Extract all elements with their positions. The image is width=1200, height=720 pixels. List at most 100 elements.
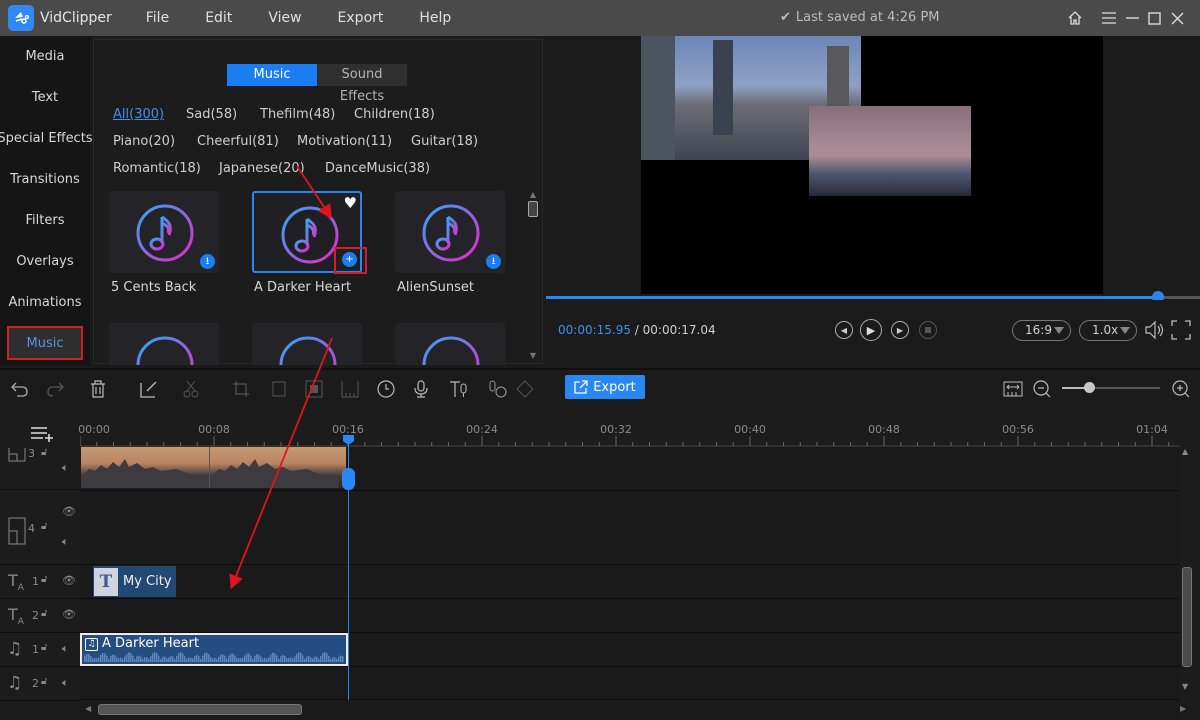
- nav-filters[interactable]: Filters: [0, 200, 90, 241]
- undo-icon[interactable]: [9, 378, 31, 400]
- hamburger-menu-icon[interactable]: [1098, 7, 1120, 29]
- zoom-slider[interactable]: [1062, 382, 1160, 393]
- audio-clip[interactable]: ♫ A Darker Heart: [80, 633, 348, 666]
- add-track-icon[interactable]: [31, 426, 53, 446]
- scroll-down-arrow[interactable]: ▼: [1182, 682, 1188, 691]
- zoom-out-icon[interactable]: [1031, 378, 1053, 400]
- crop-icon[interactable]: [230, 378, 252, 400]
- nav-animations[interactable]: Animations: [0, 282, 90, 323]
- nav-music[interactable]: Music: [7, 326, 83, 360]
- mute-icon[interactable]: 🔈︎: [62, 461, 69, 475]
- track-lane-audio-2[interactable]: [80, 667, 1180, 700]
- category-cheerful[interactable]: Cheerful(81): [197, 134, 279, 149]
- scroll-right-arrow[interactable]: ▶: [1180, 704, 1186, 713]
- category-motivation[interactable]: Motivation(11): [297, 134, 392, 149]
- music-card-5-cents-back[interactable]: ⭳: [109, 191, 219, 273]
- maximize-icon[interactable]: [1143, 7, 1165, 29]
- text-clip[interactable]: T My City: [93, 566, 176, 597]
- music-card[interactable]: [395, 323, 505, 365]
- track-lane-text-2[interactable]: [80, 599, 1180, 633]
- menu-help[interactable]: Help: [419, 10, 451, 26]
- music-card-aliensunset[interactable]: ⭳: [395, 191, 505, 273]
- mosaic-icon[interactable]: [303, 378, 325, 400]
- menu-edit[interactable]: Edit: [205, 10, 232, 26]
- menu-file[interactable]: File: [146, 10, 169, 26]
- visibility-eye-icon[interactable]: 👁︎: [62, 505, 76, 518]
- horizontal-scroll-thumb[interactable]: [98, 704, 302, 715]
- nav-transitions[interactable]: Transitions: [0, 159, 90, 200]
- lock-icon[interactable]: 🔓︎: [41, 642, 47, 653]
- lock-icon[interactable]: 🔓︎: [41, 608, 47, 619]
- lock-icon[interactable]: 🔓︎: [41, 574, 47, 585]
- music-card[interactable]: [252, 323, 362, 365]
- nav-text[interactable]: Text: [0, 77, 90, 118]
- visibility-eye-icon[interactable]: 👁︎: [62, 608, 76, 621]
- freeze-frame-icon[interactable]: [268, 378, 290, 400]
- mute-icon[interactable]: 🔈︎: [62, 642, 69, 656]
- speed-select[interactable]: 1.0x: [1079, 320, 1137, 341]
- visibility-eye-icon[interactable]: 👁︎: [62, 574, 76, 587]
- nav-overlays[interactable]: Overlays: [0, 241, 90, 282]
- vertical-scroll-thumb[interactable]: [1182, 567, 1192, 667]
- menu-export[interactable]: Export: [338, 10, 384, 26]
- volume-icon[interactable]: [1144, 320, 1166, 344]
- video-clip[interactable]: [81, 447, 346, 488]
- zoom-slider-handle[interactable]: [1084, 382, 1096, 393]
- speech-to-text-icon[interactable]: [486, 378, 508, 400]
- export-button[interactable]: Export: [565, 375, 645, 399]
- playback-progress-bar[interactable]: [546, 291, 1200, 303]
- play-button[interactable]: ▶: [860, 319, 882, 341]
- stop-button[interactable]: [919, 321, 937, 339]
- download-button[interactable]: ⭳: [200, 254, 215, 269]
- time-ruler[interactable]: 00:00 00:08 00:16 00:24 00:32 00:40 00:4…: [78, 417, 1180, 447]
- speed-clock-icon[interactable]: [375, 378, 397, 400]
- tab-music[interactable]: Music: [227, 64, 317, 86]
- heart-favorite-icon[interactable]: ♥: [344, 194, 357, 212]
- music-card[interactable]: [109, 323, 219, 365]
- zoom-in-icon[interactable]: [1170, 378, 1192, 400]
- mute-icon[interactable]: 🔈︎: [62, 676, 69, 690]
- playhead[interactable]: [343, 435, 354, 700]
- download-button[interactable]: ⭳: [486, 254, 501, 269]
- aspect-ratio-select[interactable]: 16:9: [1012, 320, 1071, 341]
- category-dancemusic[interactable]: DanceMusic(38): [325, 161, 430, 176]
- lock-icon[interactable]: 🔓︎: [41, 676, 47, 687]
- scroll-up-arrow[interactable]: ▲: [1182, 447, 1188, 456]
- home-icon[interactable]: [1064, 7, 1086, 29]
- mute-icon[interactable]: 🔈︎: [62, 535, 69, 549]
- delete-icon[interactable]: [87, 378, 109, 400]
- previous-frame-button[interactable]: ◀: [835, 321, 853, 339]
- library-scrollbar[interactable]: ▲ ▼: [526, 190, 540, 360]
- track-lane-video-4[interactable]: [80, 491, 1180, 565]
- split-icon[interactable]: [180, 378, 202, 400]
- edit-icon[interactable]: [138, 378, 160, 400]
- fullscreen-icon[interactable]: [1171, 320, 1191, 344]
- nav-special-effects[interactable]: Special Effects: [0, 118, 93, 159]
- scroll-left-arrow[interactable]: ◀: [85, 704, 91, 713]
- tab-sound-effects[interactable]: Sound Effects: [317, 64, 407, 104]
- microphone-icon[interactable]: [410, 378, 432, 400]
- category-sad[interactable]: Sad(58): [186, 107, 237, 122]
- duration-icon[interactable]: [339, 378, 361, 400]
- category-thefilm[interactable]: Thefilm(48): [260, 107, 335, 122]
- menu-view[interactable]: View: [268, 10, 301, 26]
- keyframe-icon[interactable]: [514, 378, 536, 400]
- text-to-speech-icon[interactable]: [448, 378, 470, 400]
- fit-timeline-icon[interactable]: [1002, 378, 1024, 400]
- music-card-a-darker-heart[interactable]: ♥ +: [252, 191, 367, 274]
- category-all[interactable]: All(300): [113, 107, 164, 122]
- timeline-horizontal-scrollbar[interactable]: ◀ ▶: [80, 700, 1186, 720]
- redo-icon[interactable]: [44, 378, 66, 400]
- lock-icon[interactable]: 🔓︎: [41, 447, 47, 458]
- minimize-icon[interactable]: [1122, 7, 1144, 29]
- category-romantic[interactable]: Romantic(18): [113, 161, 201, 176]
- timeline-vertical-scrollbar[interactable]: ▲ ▼: [1181, 447, 1194, 700]
- nav-media[interactable]: Media: [0, 36, 90, 77]
- close-icon[interactable]: [1166, 7, 1188, 29]
- category-japanese[interactable]: Japanese(20): [219, 161, 305, 176]
- track-lane-text-1[interactable]: [80, 565, 1180, 599]
- lock-icon[interactable]: 🔓︎: [41, 521, 47, 532]
- library-scroll-thumb[interactable]: [528, 201, 538, 217]
- category-piano[interactable]: Piano(20): [113, 134, 175, 149]
- next-frame-button[interactable]: ▶: [891, 321, 909, 339]
